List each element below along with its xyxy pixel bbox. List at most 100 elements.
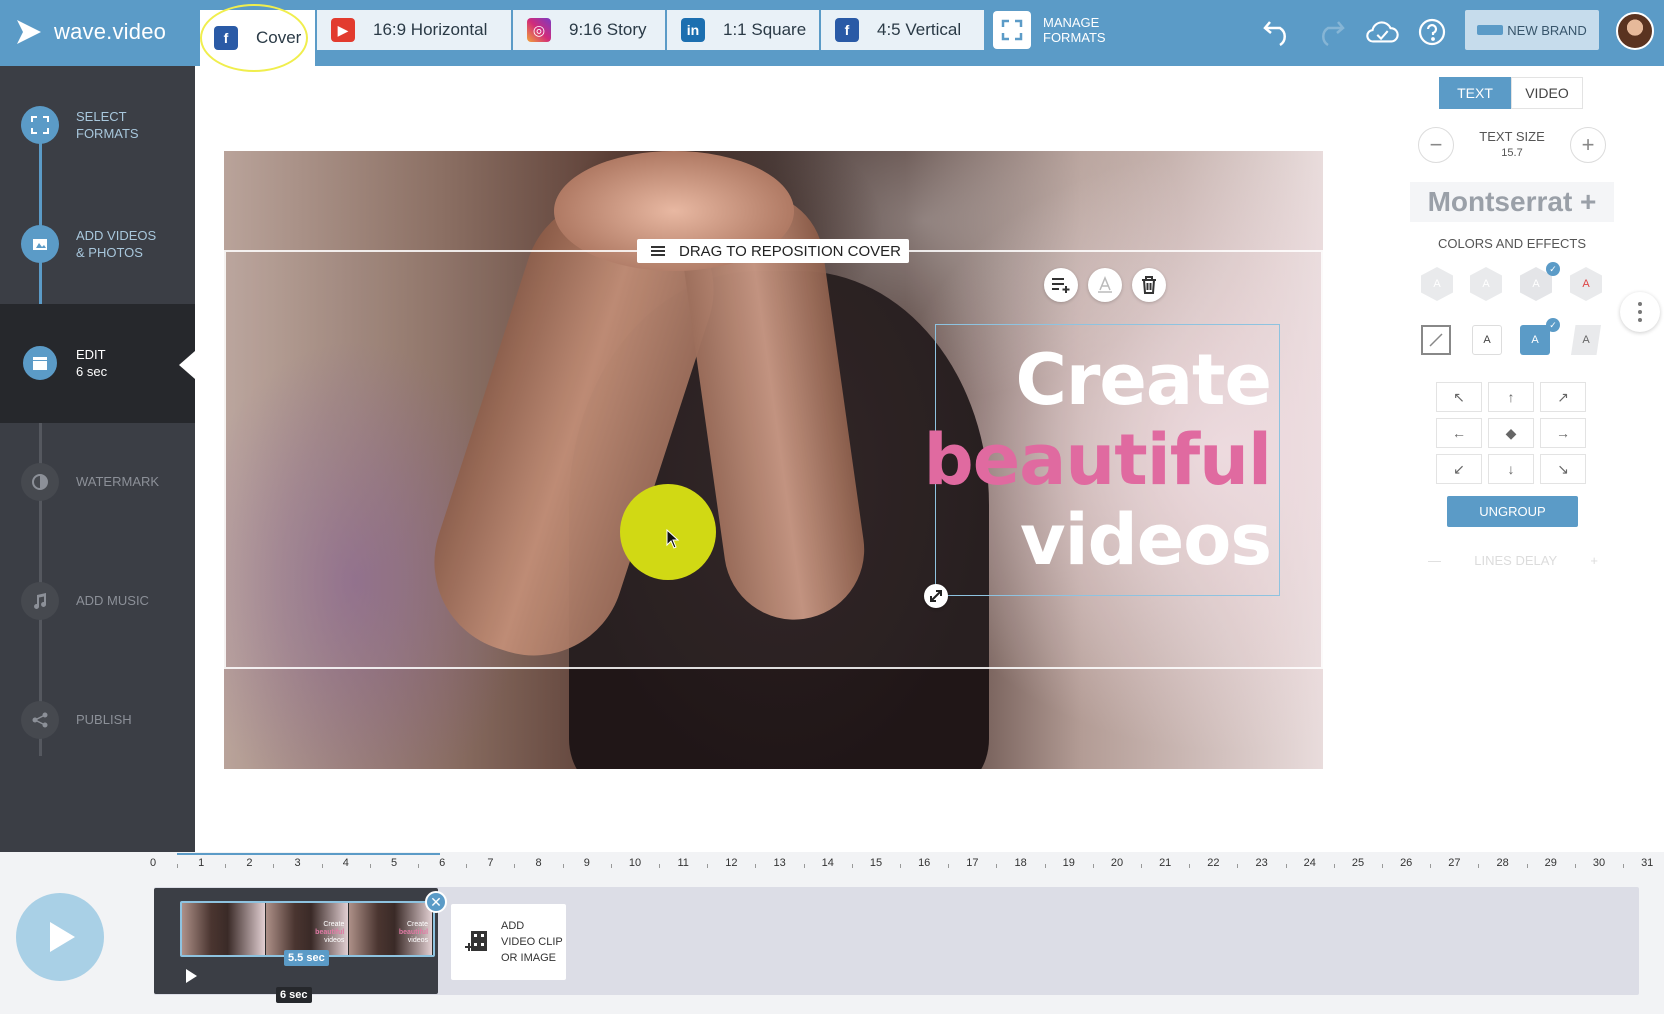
ruler-tick-mark [562,864,564,868]
timeline-ruler[interactable]: 0 1 2 3 4 5 6 7 8 9 10 11 12 13 14 15 16 17 18 19 20 21 22 23 24… [140,853,1653,877]
tab-label: 4:5 Vertical [877,20,962,39]
step-add-music[interactable]: ADD MUSIC [0,542,195,661]
ungroup-button[interactable]: UNGROUP [1447,496,1578,527]
ruler-tick-label: 6 [439,857,446,869]
thumb-text-2: beautiful [398,929,429,936]
more-options-icon[interactable] [1620,292,1660,332]
ruler-tick-mark [803,864,805,868]
align-middle-right-button[interactable]: → [1540,418,1586,448]
text-video-toggle: TEXT VIDEO [1439,77,1583,109]
clip-thumbnail: Create beautiful videos [349,903,433,955]
text-style-button[interactable] [1088,268,1122,302]
clip-play-icon[interactable] [184,968,198,984]
align-top-left-button[interactable]: ↖ [1436,382,1482,412]
lines-delay-plus-icon[interactable]: + [1590,553,1598,568]
step-label: ADD VIDEOS [76,228,157,243]
delete-button[interactable] [1132,268,1166,302]
tab-format-9-16-story[interactable]: ◎ 9:16 Story [513,10,665,50]
drag-reposition-handle[interactable]: DRAG TO REPOSITION COVER [637,239,909,263]
text-line-3[interactable]: videos [1020,499,1272,581]
app-logo[interactable]: wave.video [14,12,166,52]
color-swatch-2[interactable]: A [1470,267,1502,301]
play-button[interactable] [16,893,104,981]
step-publish[interactable]: PUBLISH [0,661,195,780]
effect-box-button[interactable]: A [1520,325,1550,355]
arrow-up-icon: ↑ [1507,389,1515,405]
manage-formats-line2: FORMATS [1043,30,1106,45]
ruler-tick-mark [900,864,901,868]
add-video-clip-button[interactable]: ADD VIDEO CLIP OR IMAGE [451,904,566,980]
text-group-box[interactable]: Create beautiful videos [924,324,1280,596]
ruler-tick-label: 3 [294,857,301,869]
share-icon [21,701,59,739]
drag-reposition-label: DRAG TO REPOSITION COVER [679,242,901,260]
color-swatch-4[interactable]: A [1570,267,1602,301]
arrow-down-left-icon: ↙ [1453,460,1465,477]
watermark-icon [21,463,59,501]
align-middle-left-button[interactable]: ← [1436,418,1482,448]
tab-label: 16:9 Horizontal [373,20,488,39]
align-top-center-button[interactable]: ↑ [1488,382,1534,412]
add-video-clip-label: ADD VIDEO CLIP OR IMAGE [501,920,563,964]
selected-check-icon: ✓ [1546,262,1560,276]
ruler-tick-label: 5 [390,857,398,869]
tab-format-16-9-horizontal[interactable]: ▶ 16:9 Horizontal [317,10,511,50]
effect-plain-button[interactable]: A [1472,325,1502,355]
cloud-saved-icon[interactable] [1364,14,1400,50]
ruler-tick-label: 12 [725,857,738,869]
effect-slant-button[interactable]: A [1571,325,1601,355]
ruler-tick-label: 15 [869,857,883,869]
manage-formats-line1: MANAGE [1043,15,1100,30]
arrow-left-icon: ← [1452,425,1466,441]
step-sublabel: & PHOTOS [76,245,143,260]
ruler-tick-mark [273,864,275,868]
tab-video[interactable]: VIDEO [1511,77,1583,109]
align-bottom-left-button[interactable]: ↙ [1436,454,1482,484]
ruler-tick-label: 8 [535,857,542,869]
arrow-right-icon: → [1556,425,1570,441]
text-line-1[interactable]: Create [1015,339,1272,421]
text-line-2[interactable]: beautiful [924,419,1272,501]
ruler-tick-mark [1623,864,1624,868]
new-brand-button[interactable]: NEW BRAND [1465,10,1599,50]
redo-icon[interactable] [1312,14,1348,50]
effect-none-button[interactable] [1421,325,1451,355]
decrease-text-size-button[interactable]: − [1418,127,1454,163]
lines-delay-minus-icon[interactable]: — [1428,553,1441,568]
remove-clip-button[interactable]: ✕ [425,891,447,913]
step-watermark[interactable]: WATERMARK [0,423,195,542]
tab-format-4-5-vertical[interactable]: f 4:5 Vertical [821,10,984,50]
text-size-value: 15.7 [1501,147,1523,159]
ruler-tick-label: 29 [1544,857,1557,869]
lines-delay-label: LINES DELAY [1474,553,1558,568]
step-select-formats[interactable]: SELECT FORMATS [0,66,195,185]
tab-format-1-1-square[interactable]: in 1:1 Square [667,10,819,50]
ruler-tick-label: 24 [1303,857,1316,869]
ruler-tick-label: 19 [1062,857,1075,869]
instagram-icon: ◎ [527,18,551,42]
add-line-button[interactable] [1044,268,1078,302]
plus-icon: + [1581,132,1595,157]
resize-handle[interactable] [924,584,948,608]
align-center-button[interactable]: ◆ [1488,418,1534,448]
font-selector[interactable]: Montserrat + [1410,182,1614,222]
align-bottom-center-button[interactable]: ↓ [1488,454,1534,484]
step-add-videos[interactable]: ADD VIDEOS & PHOTOS [0,185,195,304]
ruler-tick-label: 1 [198,857,205,869]
step-label: WATERMARK [76,474,160,489]
user-avatar[interactable] [1616,12,1654,50]
align-top-right-button[interactable]: ↗ [1540,382,1586,412]
ruler-tick-mark [948,864,950,868]
tab-text[interactable]: TEXT [1439,77,1511,109]
step-edit[interactable]: EDIT 6 sec [0,304,195,423]
undo-icon[interactable] [1260,14,1296,50]
ruler-tick-label: 4 [342,857,349,869]
help-icon[interactable] [1414,14,1450,50]
ruler-tick-label: 21 [1159,857,1172,869]
resize-diagonal-icon [930,590,942,602]
clip-filmstrip[interactable]: Create beautiful videos Create beautiful… [180,901,435,957]
color-swatch-1[interactable]: A [1421,267,1453,301]
manage-formats-button[interactable]: MANAGE FORMATS [993,10,1106,50]
align-bottom-right-button[interactable]: ↘ [1540,454,1586,484]
increase-text-size-button[interactable]: + [1570,127,1606,163]
